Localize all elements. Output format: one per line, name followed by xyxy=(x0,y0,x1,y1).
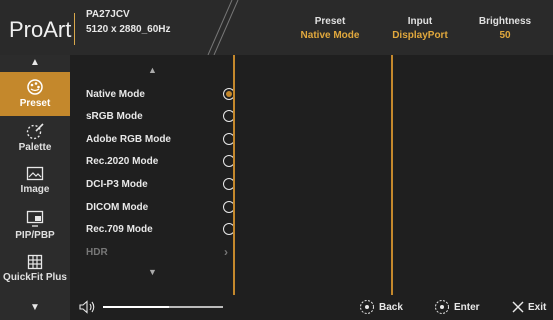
sidebar: ▲ Preset Palette Image PIP/PBP QuickFit … xyxy=(0,55,70,320)
chevron-right-icon: › xyxy=(224,245,228,259)
menu-item-adobe-rgb-mode[interactable]: Adobe RGB Mode xyxy=(86,130,236,152)
footer-bar: Back Enter Exit xyxy=(70,295,553,320)
speaker-icon xyxy=(79,300,95,314)
status-preset: Preset Native Mode xyxy=(270,16,390,41)
menu-item-label: DICOM Mode xyxy=(86,202,149,213)
sidebar-item-image-label: Image xyxy=(20,184,50,195)
preset-menu: ▲ Native Mode sRGB Mode Adobe RGB Mode R… xyxy=(78,55,236,290)
menu-item-label: Native Mode xyxy=(86,89,145,100)
menu-item-hdr[interactable]: HDR › xyxy=(86,243,236,265)
menu-item-native-mode[interactable]: Native Mode xyxy=(86,85,236,107)
header-bar: ProArt PA27JCV 5120 x 2880_60Hz Preset N… xyxy=(0,0,553,55)
menu-item-rec709-mode[interactable]: Rec.709 Mode xyxy=(86,220,236,242)
status-brightness: Brightness 50 xyxy=(470,16,540,41)
status-input-label: Input xyxy=(407,16,433,27)
menu-down-arrow-icon[interactable]: ▼ xyxy=(148,267,157,277)
palette-icon xyxy=(26,123,44,140)
status-input: Input DisplayPort xyxy=(380,16,460,41)
sidebar-down-arrow-icon[interactable]: ▼ xyxy=(0,302,70,313)
back-button[interactable]: Back xyxy=(379,302,403,313)
close-icon xyxy=(512,301,524,313)
preset-icon xyxy=(27,79,43,95)
sidebar-item-pip-pbp-label: PIP/PBP xyxy=(15,230,55,241)
menu-item-label: Rec.709 Mode xyxy=(86,224,153,235)
enter-button[interactable]: Enter xyxy=(454,302,480,313)
joystick-press-icon xyxy=(435,300,449,314)
exit-button[interactable]: Exit xyxy=(528,302,546,313)
menu-item-label: Adobe RGB Mode xyxy=(86,134,171,145)
menu-item-srgb-mode[interactable]: sRGB Mode xyxy=(86,107,236,129)
sidebar-up-arrow-icon[interactable]: ▲ xyxy=(0,57,70,68)
sidebar-item-quickfit-plus-label: QuickFit Plus xyxy=(3,272,67,283)
status-preset-value: Native Mode xyxy=(300,30,360,41)
menu-item-rec2020-mode[interactable]: Rec.2020 Mode xyxy=(86,152,236,174)
menu-up-arrow-icon[interactable]: ▲ xyxy=(148,65,157,75)
sidebar-item-preset[interactable]: Preset xyxy=(0,72,70,116)
status-brightness-value: 50 xyxy=(499,30,511,41)
status-preset-label: Preset xyxy=(314,16,346,27)
menu-item-label: Rec.2020 Mode xyxy=(86,156,159,167)
menu-item-dci-p3-mode[interactable]: DCI-P3 Mode xyxy=(86,175,236,197)
sidebar-item-palette-label: Palette xyxy=(18,142,52,153)
menu-item-dicom-mode[interactable]: DICOM Mode xyxy=(86,198,236,220)
pip-icon xyxy=(26,210,44,227)
sidebar-item-quickfit-plus[interactable]: QuickFit Plus xyxy=(0,248,70,292)
sidebar-item-palette[interactable]: Palette xyxy=(0,116,70,160)
sidebar-item-image[interactable]: Image xyxy=(0,160,70,204)
volume-slider-fill xyxy=(103,306,169,308)
sidebar-item-preset-label: Preset xyxy=(19,98,51,109)
status-brightness-label: Brightness xyxy=(478,16,532,27)
joystick-left-icon xyxy=(360,300,374,314)
grid-icon xyxy=(27,254,43,270)
image-icon xyxy=(26,166,44,181)
column-divider xyxy=(233,55,235,295)
menu-item-label: HDR xyxy=(86,247,108,258)
column-divider xyxy=(391,55,393,295)
sidebar-item-pip-pbp[interactable]: PIP/PBP xyxy=(0,204,70,248)
menu-item-label: DCI-P3 Mode xyxy=(86,179,148,190)
menu-item-label: sRGB Mode xyxy=(86,111,143,122)
status-input-value: DisplayPort xyxy=(392,30,448,41)
